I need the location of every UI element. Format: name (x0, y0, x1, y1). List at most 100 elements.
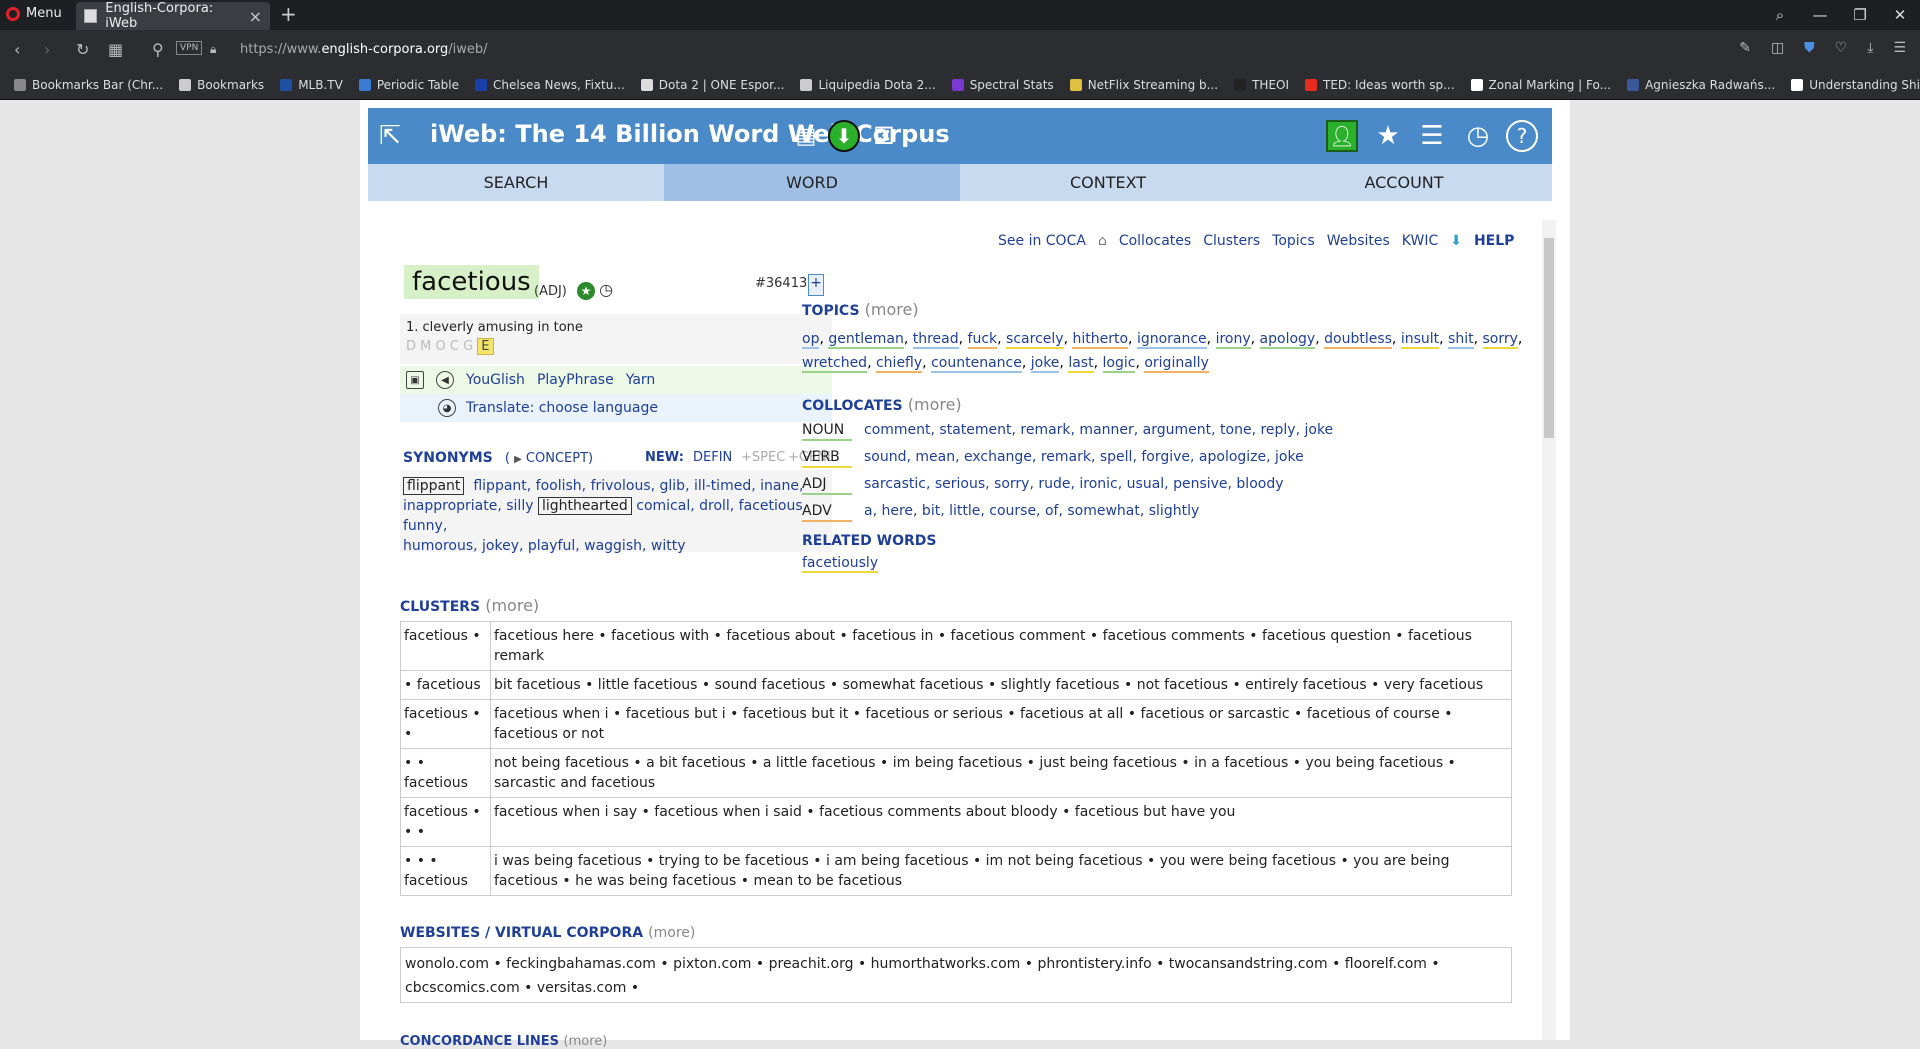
topic-word[interactable]: apology (1259, 331, 1316, 349)
websites-more-link[interactable]: (more) (648, 925, 695, 941)
bookmark-item[interactable]: Dota 2 | ONE Espor... (640, 78, 784, 92)
lock-icon[interactable]: 🔒︎ (210, 42, 216, 57)
concept-link[interactable]: CONCEPT) (526, 451, 593, 466)
yarn-link[interactable]: Yarn (626, 372, 656, 388)
tab-word[interactable]: WORD (664, 164, 960, 201)
scrollbar-thumb[interactable] (1544, 238, 1554, 438)
rank-expand-button[interactable]: + (808, 274, 824, 296)
help-link[interactable]: HELP (1474, 233, 1514, 249)
collocate-words[interactable]: comment, statement, remark, manner, argu… (864, 421, 1542, 441)
topic-word[interactable]: insult (1400, 331, 1440, 349)
easy-setup-icon[interactable]: ☰ (1893, 40, 1906, 56)
favorite-star-icon[interactable]: ★ (577, 282, 596, 300)
minimize-icon[interactable]: — (1800, 6, 1840, 24)
cluster-values[interactable]: facetious here • facetious with • faceti… (490, 621, 1512, 671)
topic-word[interactable]: sorry (1482, 331, 1518, 349)
topic-word[interactable]: op (802, 331, 820, 349)
url-field[interactable]: https://www.english-corpora.org/iweb/ (240, 42, 488, 57)
bookmark-item[interactable]: Understanding Shir... (1791, 78, 1920, 92)
edit-icon[interactable]: ✎ (1739, 40, 1751, 56)
cluster-values[interactable]: i was being facetious • trying to be fac… (490, 846, 1512, 896)
spec-link[interactable]: +SPEC (741, 450, 785, 465)
collocates-link[interactable]: Collocates (1119, 233, 1191, 249)
topic-word[interactable]: irony (1215, 331, 1251, 349)
topic-word[interactable]: doubtless (1324, 331, 1392, 349)
bookmark-item[interactable]: Periodic Table (358, 78, 459, 92)
bookmark-item[interactable]: Bookmarks Bar (Chr... (14, 78, 163, 92)
synonym-boxed-lighthearted[interactable]: lighthearted (537, 497, 632, 515)
bookmark-item[interactable]: THEOI (1234, 78, 1289, 92)
topic-word[interactable]: chiefly (875, 355, 923, 373)
bookmark-item[interactable]: Chelsea News, Fixtu... (475, 78, 625, 92)
see-in-coca-link[interactable]: See in COCA (998, 233, 1086, 249)
websites-link[interactable]: Websites (1327, 233, 1390, 249)
close-window-icon[interactable]: ✕ (1880, 6, 1920, 24)
synonyms-line-3[interactable]: humorous, jokey, playful, waggish, witty (403, 538, 686, 554)
download-arrow-icon[interactable]: ⬇ (828, 120, 860, 152)
shield-icon[interactable]: ⛊ (1804, 40, 1815, 56)
collocate-words[interactable]: sarcastic, serious, sorry, rude, ironic,… (864, 475, 1542, 495)
collocates-more-link[interactable]: (more) (908, 395, 962, 414)
dmocg-letters[interactable]: D M O C G (406, 339, 473, 354)
kwic-link[interactable]: KWIC (1402, 233, 1438, 249)
topic-word[interactable]: ignorance (1136, 331, 1207, 349)
bookmark-item[interactable]: Liquipedia Dota 2... (800, 78, 936, 92)
topic-word[interactable]: originally (1144, 355, 1209, 373)
dice-icon[interactable]: ⚄ (868, 120, 900, 152)
download-icon[interactable]: ⬇ (1450, 233, 1462, 249)
collocate-words[interactable]: a, here, bit, little, course, of, somewh… (864, 502, 1542, 522)
bookmark-item[interactable]: Agnieszka Radwańs... (1627, 78, 1775, 92)
topic-word[interactable]: joke (1030, 355, 1060, 373)
tab-account[interactable]: ACCOUNT (1256, 164, 1552, 201)
bookmark-item[interactable]: MLB.TV (280, 78, 343, 92)
defin-link[interactable]: DEFIN (693, 450, 732, 465)
bookmark-item[interactable]: Spectral Stats (951, 78, 1054, 92)
concept-triangle-icon[interactable]: ▶ (514, 454, 522, 465)
youglish-link[interactable]: YouGlish (466, 372, 525, 388)
topic-word[interactable]: gentleman (828, 331, 904, 349)
cluster-values[interactable]: not being facetious • a bit facetious • … (490, 748, 1512, 798)
concordance-more-link[interactable]: (more) (564, 1034, 608, 1049)
topic-word[interactable]: last (1068, 355, 1094, 373)
topic-word[interactable]: wretched (802, 355, 868, 373)
vpn-badge[interactable]: VPN (176, 41, 203, 55)
bookmark-item[interactable]: Zonal Marking | Fo... (1470, 78, 1611, 92)
search-key-icon[interactable]: ⚲ (152, 40, 164, 59)
bookmark-item[interactable]: TED: Ideas worth sp... (1305, 78, 1455, 92)
cluster-values[interactable]: facetious when i • facetious but i • fac… (490, 699, 1512, 749)
synonyms-line-1[interactable]: flippant, foolish, frivolous, glib, ill-… (473, 478, 803, 494)
websites-list[interactable]: wonolo.com • feckingbahamas.com • pixton… (400, 947, 1512, 1003)
history-icon[interactable]: ◷ (1462, 120, 1494, 152)
search-tabs-icon[interactable]: ⌕ (1760, 6, 1800, 24)
camera-icon[interactable]: ◫ (1771, 40, 1784, 56)
download-icon[interactable]: ⤓ (1867, 40, 1873, 56)
clusters-link[interactable]: Clusters (1203, 233, 1260, 249)
list-icon[interactable]: ☰ (1416, 120, 1448, 152)
audio-icon[interactable]: ◀ (436, 371, 454, 389)
word-history-icon[interactable]: ◷ (599, 280, 613, 299)
back-icon[interactable]: ‹ (14, 40, 20, 59)
heart-icon[interactable]: ♡ (1835, 40, 1848, 56)
page-scrollbar[interactable] (1542, 220, 1556, 1040)
bookmark-item[interactable]: Bookmarks (179, 78, 264, 92)
related-word-link[interactable]: facetiously (802, 555, 879, 573)
clusters-more-link[interactable]: (more) (485, 596, 539, 615)
synonym-boxed-flippant[interactable]: flippant (403, 477, 465, 495)
topic-word[interactable]: scarcely (1006, 331, 1064, 349)
cluster-values[interactable]: bit facetious • little facetious • sound… (490, 670, 1512, 700)
tab-close-icon[interactable]: × (249, 7, 262, 26)
tab-context[interactable]: CONTEXT (960, 164, 1256, 201)
forward-icon[interactable]: › (44, 40, 50, 59)
bookmark-item[interactable]: NetFlix Streaming b... (1069, 78, 1218, 92)
user-icon[interactable]: 👤︎ (1326, 120, 1358, 152)
browser-menu-button[interactable]: Menu (6, 6, 62, 21)
help-icon[interactable]: ? (1506, 120, 1538, 152)
browser-tab[interactable]: English-Corpora: iWeb × (76, 1, 270, 31)
translate-link[interactable]: Translate: choose language (466, 400, 658, 416)
topic-word[interactable]: logic (1102, 355, 1136, 373)
home-icon[interactable]: ⌂ (1098, 233, 1107, 249)
topic-word[interactable]: shit (1448, 331, 1474, 349)
topics-more-link[interactable]: (more) (865, 300, 919, 319)
globe-icon[interactable]: ◕ (438, 399, 456, 417)
tab-search[interactable]: SEARCH (368, 164, 664, 201)
